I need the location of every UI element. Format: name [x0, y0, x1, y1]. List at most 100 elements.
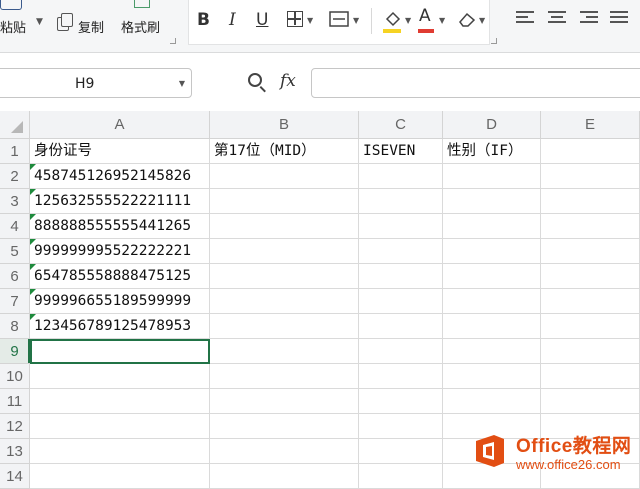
row-header-13[interactable]: 13: [0, 439, 30, 464]
cell-e6[interactable]: [541, 264, 640, 289]
cell-b6[interactable]: [210, 264, 359, 289]
cell-c12[interactable]: [359, 414, 443, 439]
cell-e8[interactable]: [541, 314, 640, 339]
cell-a4[interactable]: 888888555555441265: [30, 214, 210, 239]
cell-c4[interactable]: [359, 214, 443, 239]
cell-a5[interactable]: 999999995522222221: [30, 239, 210, 264]
italic-button[interactable]: I: [229, 10, 236, 30]
cell-c7[interactable]: [359, 289, 443, 314]
cell-d5[interactable]: [443, 239, 541, 264]
row-header-14[interactable]: 14: [0, 464, 30, 489]
cell-c6[interactable]: [359, 264, 443, 289]
formula-input[interactable]: [311, 68, 640, 98]
cell-d10[interactable]: [443, 364, 541, 389]
cell-a3[interactable]: 125632555522221111: [30, 189, 210, 214]
underline-button[interactable]: U: [256, 10, 268, 30]
cell-e4[interactable]: [541, 214, 640, 239]
cell-e2[interactable]: [541, 164, 640, 189]
cell-a14[interactable]: [30, 464, 210, 489]
cell-a7[interactable]: 999996655189599999: [30, 289, 210, 314]
column-header-c[interactable]: C: [359, 111, 443, 139]
cell-d1[interactable]: 性别（IF）: [443, 139, 541, 164]
clipboard-group-launcher-icon[interactable]: [170, 38, 176, 44]
cell-a13[interactable]: [30, 439, 210, 464]
cell-b8[interactable]: [210, 314, 359, 339]
cell-e11[interactable]: [541, 389, 640, 414]
name-box[interactable]: H9 ▼: [0, 68, 192, 98]
row-header-3[interactable]: 3: [0, 189, 30, 214]
column-header-e[interactable]: E: [541, 111, 640, 139]
font-color-dropdown-icon[interactable]: ▼: [439, 16, 445, 25]
justify-icon[interactable]: [610, 11, 628, 27]
cell-b1[interactable]: 第17位（MID）: [210, 139, 359, 164]
cell-d6[interactable]: [443, 264, 541, 289]
cell-d3[interactable]: [443, 189, 541, 214]
cell-e1[interactable]: [541, 139, 640, 164]
cell-a6[interactable]: 654785558888475125: [30, 264, 210, 289]
name-box-dropdown-icon[interactable]: ▼: [179, 79, 185, 88]
cell-c1[interactable]: ISEVEN: [359, 139, 443, 164]
row-header-11[interactable]: 11: [0, 389, 30, 414]
cell-a12[interactable]: [30, 414, 210, 439]
cell-a1[interactable]: 身份证号: [30, 139, 210, 164]
cell-b5[interactable]: [210, 239, 359, 264]
cell-b13[interactable]: [210, 439, 359, 464]
cell-d2[interactable]: [443, 164, 541, 189]
borders-icon[interactable]: [287, 11, 303, 27]
cell-d4[interactable]: [443, 214, 541, 239]
row-header-6[interactable]: 6: [0, 264, 30, 289]
cell-b9[interactable]: [210, 339, 359, 364]
cell-b3[interactable]: [210, 189, 359, 214]
cell-b14[interactable]: [210, 464, 359, 489]
cell-c2[interactable]: [359, 164, 443, 189]
cell-b2[interactable]: [210, 164, 359, 189]
cell-c13[interactable]: [359, 439, 443, 464]
cell-b12[interactable]: [210, 414, 359, 439]
cell-c10[interactable]: [359, 364, 443, 389]
cell-c3[interactable]: [359, 189, 443, 214]
column-header-d[interactable]: D: [443, 111, 541, 139]
select-all-button[interactable]: [0, 111, 30, 139]
align-center-icon[interactable]: [548, 11, 566, 27]
cell-c8[interactable]: [359, 314, 443, 339]
cell-b10[interactable]: [210, 364, 359, 389]
cell-e5[interactable]: [541, 239, 640, 264]
cell-d11[interactable]: [443, 389, 541, 414]
column-header-a[interactable]: A: [30, 111, 210, 139]
cell-e3[interactable]: [541, 189, 640, 214]
cell-e9[interactable]: [541, 339, 640, 364]
align-right-icon[interactable]: [580, 11, 598, 27]
cell-b4[interactable]: [210, 214, 359, 239]
cell-a11[interactable]: [30, 389, 210, 414]
insert-function-button[interactable]: fx: [280, 71, 296, 91]
cell-a2[interactable]: 458745126952145826: [30, 164, 210, 189]
fill-color-dropdown-icon[interactable]: ▼: [405, 16, 411, 25]
cell-b11[interactable]: [210, 389, 359, 414]
cell-c9[interactable]: [359, 339, 443, 364]
zoom-icon[interactable]: [248, 73, 262, 87]
paste-dropdown-icon[interactable]: ▼: [36, 17, 43, 27]
cell-d9[interactable]: [443, 339, 541, 364]
row-header-2[interactable]: 2: [0, 164, 30, 189]
cell-a8[interactable]: 123456789125478953: [30, 314, 210, 339]
row-header-4[interactable]: 4: [0, 214, 30, 239]
borders-dropdown-icon[interactable]: ▼: [307, 16, 313, 25]
row-header-5[interactable]: 5: [0, 239, 30, 264]
row-header-1[interactable]: 1: [0, 139, 30, 164]
row-header-9[interactable]: 9: [0, 339, 30, 364]
clear-format-dropdown-icon[interactable]: ▼: [479, 16, 485, 25]
merge-dropdown-icon[interactable]: ▼: [353, 16, 359, 25]
cell-c5[interactable]: [359, 239, 443, 264]
cell-d7[interactable]: [443, 289, 541, 314]
cell-d8[interactable]: [443, 314, 541, 339]
cell-c11[interactable]: [359, 389, 443, 414]
row-header-7[interactable]: 7: [0, 289, 30, 314]
bold-button[interactable]: B: [197, 10, 210, 30]
cell-a10[interactable]: [30, 364, 210, 389]
column-header-b[interactable]: B: [210, 111, 359, 139]
row-header-12[interactable]: 12: [0, 414, 30, 439]
row-header-8[interactable]: 8: [0, 314, 30, 339]
row-header-10[interactable]: 10: [0, 364, 30, 389]
cell-e10[interactable]: [541, 364, 640, 389]
cell-a9[interactable]: [30, 339, 210, 364]
